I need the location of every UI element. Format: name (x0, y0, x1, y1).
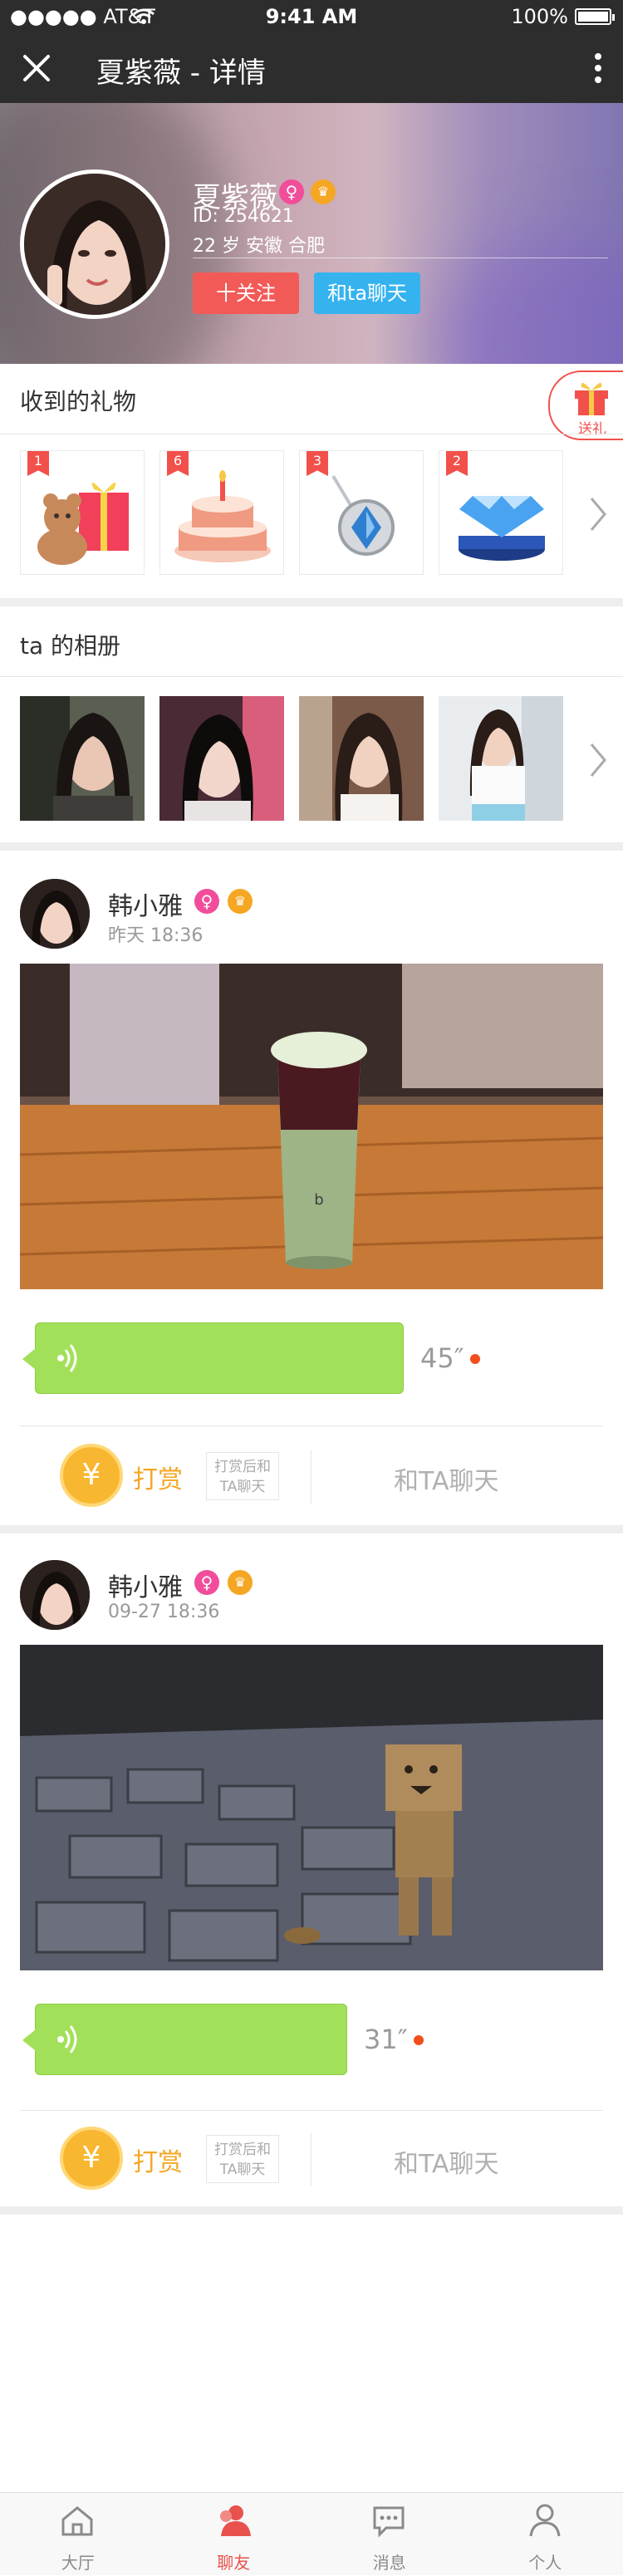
tip-note-line: TA聊天 (207, 1477, 278, 1497)
close-icon[interactable] (18, 50, 55, 86)
gift-tile[interactable]: 2 (439, 450, 563, 575)
gift-box-icon (571, 377, 611, 419)
friends-icon (214, 2501, 253, 2539)
battery-icon (575, 8, 611, 25)
album-photo[interactable] (20, 696, 145, 821)
voice-message[interactable] (35, 2004, 347, 2075)
profile-id: ID: 254621 (193, 206, 294, 227)
tip-note-line: TA聊天 (207, 2160, 278, 2180)
battery-percent: 100% (511, 5, 568, 28)
voice-duration: 45″ (420, 1342, 464, 1374)
header-background-glow (432, 236, 623, 364)
album-photo[interactable] (159, 696, 284, 821)
album-divider (0, 676, 623, 677)
tab-label: 大厅 (0, 2549, 156, 2574)
send-gift-button[interactable]: 送礼 (548, 370, 623, 440)
section-gap (0, 1525, 623, 1533)
gift-tile[interactable]: 1 (20, 450, 145, 575)
tab-label: 聊友 (156, 2549, 312, 2574)
post-author-name: 韩小雅 (108, 886, 183, 922)
send-gift-label: 送礼 (578, 417, 606, 438)
tab-hall[interactable]: 大厅 (0, 2493, 156, 2576)
chat-button[interactable]: 和ta聊天 (314, 272, 420, 314)
vip-crown-icon: ♛ (228, 889, 253, 914)
voice-duration: 31″ (364, 2024, 408, 2055)
tip-note-line: 打赏后和 (207, 2140, 278, 2160)
chat-with-ta-button[interactable]: 和TA聊天 (394, 2143, 499, 2180)
gifts-title: 收到的礼物 (20, 384, 136, 417)
tab-messages[interactable]: 消息 (312, 2493, 468, 2576)
more-icon[interactable] (590, 52, 606, 85)
post-avatar[interactable] (20, 879, 90, 949)
tab-friends[interactable]: 聊友 (156, 2493, 312, 2576)
tip-button[interactable]: 打赏 (133, 2142, 183, 2178)
section-gap (0, 598, 623, 606)
voice-wave-icon (56, 2024, 81, 2058)
profile-header: 夏紫薇 ♀ ♛ ID: 254621 22 岁 安徽 合肥 十关注 和ta聊天 (0, 103, 623, 364)
female-badge-icon: ♀ (279, 179, 304, 204)
post-divider (20, 2110, 603, 2111)
album-photo[interactable] (439, 696, 563, 821)
section-gap (0, 2206, 623, 2215)
person-icon (526, 2501, 564, 2539)
female-badge-icon: ♀ (194, 1570, 219, 1595)
album-photo[interactable] (299, 696, 424, 821)
post-avatar[interactable] (20, 1560, 90, 1630)
nav-bar: 夏紫薇 - 详情 (0, 33, 623, 103)
post-author-name: 韩小雅 (108, 1567, 183, 1603)
voice-wave-icon (56, 1343, 81, 1376)
chevron-right-icon[interactable] (585, 493, 610, 535)
female-badge-icon: ♀ (194, 889, 219, 914)
album-title: ta 的相册 (20, 628, 120, 661)
follow-button[interactable]: 十关注 (193, 272, 299, 314)
tab-bar: 大厅 聊友 消息 个人 (0, 2492, 623, 2575)
tip-note-line: 打赏后和 (207, 1457, 278, 1477)
action-separator (311, 1450, 312, 1504)
post-image[interactable] (20, 1645, 603, 1970)
unread-dot (470, 1354, 480, 1364)
yuan-icon[interactable]: ¥ (60, 2127, 123, 2190)
post-time: 09-27 18:36 (108, 1602, 219, 1622)
svg-text:b: b (314, 1191, 323, 1209)
home-icon (58, 2501, 96, 2539)
page-title: 夏紫薇 - 详情 (96, 50, 266, 91)
tab-label: 消息 (312, 2549, 468, 2574)
voice-message[interactable] (35, 1322, 404, 1394)
profile-info: 22 岁 安徽 合肥 (193, 231, 325, 258)
gift-tile[interactable]: 6 (159, 450, 284, 575)
action-separator (311, 2133, 312, 2186)
chevron-right-icon[interactable] (585, 739, 610, 781)
tip-note: 打赏后和 TA聊天 (206, 1452, 279, 1500)
post-divider (20, 1425, 603, 1426)
tip-note: 打赏后和 TA聊天 (206, 2135, 279, 2183)
tab-profile[interactable]: 个人 (468, 2493, 623, 2576)
tip-button[interactable]: 打赏 (133, 1459, 183, 1495)
gift-tile[interactable]: 3 (299, 450, 424, 575)
status-bar: ●●●●● AT&T 9:41 AM 100% (0, 0, 623, 33)
unread-dot (414, 2035, 424, 2045)
tab-label: 个人 (468, 2549, 623, 2574)
battery-group: 100% (511, 5, 611, 28)
profile-avatar[interactable] (20, 169, 169, 319)
yuan-icon[interactable]: ¥ (60, 1444, 123, 1507)
chat-with-ta-button[interactable]: 和TA聊天 (394, 1460, 499, 1497)
vip-crown-icon: ♛ (311, 179, 336, 204)
section-gap (0, 842, 623, 851)
post-time: 昨天 18:36 (108, 920, 203, 947)
message-icon (370, 2501, 408, 2539)
vip-crown-icon: ♛ (228, 1570, 253, 1595)
post-image[interactable]: b (20, 964, 603, 1289)
